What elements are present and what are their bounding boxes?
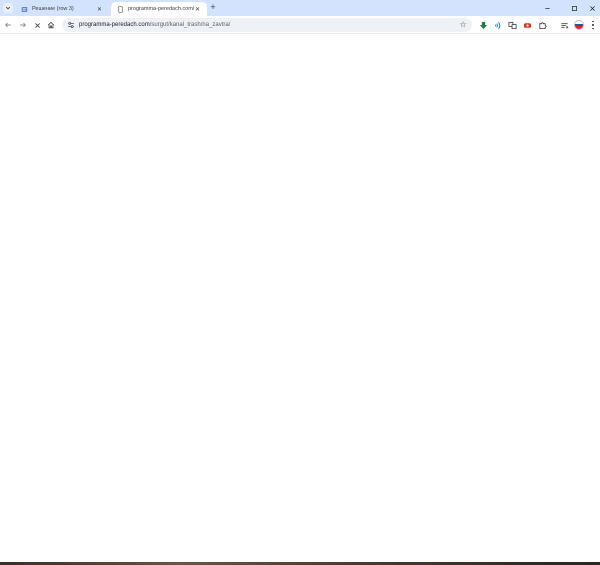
maximize-icon [571,5,577,11]
loading-page-icon [117,5,124,13]
minimize-icon [544,7,550,9]
url-host: programma-peredach.com [79,22,150,28]
cast-icon [561,23,569,29]
minimize-button[interactable] [541,3,553,13]
tab-title: programma-peredach.com/su... [128,6,194,12]
star-icon[interactable]: ☆ [459,21,467,29]
extension-download[interactable] [479,21,488,30]
kebab-menu-icon[interactable] [590,20,596,30]
url-path: /surgut/kanal_trash/na_zavtra/ [149,22,231,28]
translate-icon [508,21,517,30]
close-icon[interactable]: ✕ [194,6,201,13]
stop-loading-icon [34,22,40,28]
tune-icon[interactable] [67,21,75,29]
tab-inactive[interactable]: Решение (row 3) ✕ [15,2,109,16]
tab-search-button[interactable] [3,3,13,13]
avatar[interactable] [574,20,584,30]
puzzle-icon [539,22,547,30]
forward-button[interactable] [18,20,28,30]
plus-icon: + [210,2,216,12]
close-window-icon [589,5,595,11]
tab-strip: Решение (row 3) ✕ programma-peredach.com… [0,0,600,16]
close-icon[interactable]: ✕ [96,6,103,13]
wifi-icon [494,22,501,29]
back-button[interactable] [3,20,13,30]
document-icon [21,6,28,13]
tab-active[interactable]: programma-peredach.com/su... ✕ [111,2,207,16]
new-tab-button[interactable]: + [208,3,218,13]
home-button[interactable] [46,20,56,30]
extension-wifi[interactable] [494,21,503,30]
forward-arrow-icon [20,22,27,28]
maximize-button[interactable] [568,3,580,13]
stop-button[interactable] [32,20,42,30]
extensions-button[interactable] [538,21,547,30]
address-bar[interactable]: programma-peredach.com/surgut/kanal_tras… [62,18,472,32]
tab-title: Решение (row 3) [32,6,74,12]
url-text: programma-peredach.com/surgut/kanal_tras… [79,22,230,28]
download-arrow-icon [479,21,488,30]
extension-translate[interactable] [508,21,517,30]
browser-toolbar: programma-peredach.com/surgut/kanal_tras… [0,16,600,34]
chevron-down-icon [5,6,11,10]
record-icon [523,23,532,28]
page-viewport [0,34,600,562]
extension-record[interactable] [523,21,532,30]
back-arrow-icon [4,22,11,28]
home-icon [47,21,55,29]
close-window-button[interactable] [586,3,598,13]
cast-button[interactable] [560,21,569,30]
